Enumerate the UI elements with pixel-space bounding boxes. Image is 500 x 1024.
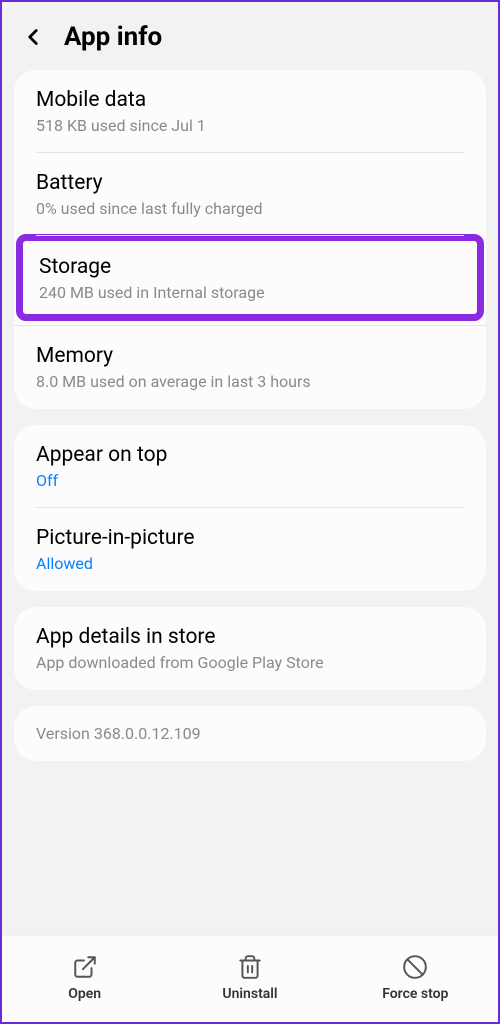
list-item-memory[interactable]: Memory 8.0 MB used on average in last 3 …	[14, 325, 486, 409]
uninstall-button[interactable]: Uninstall	[167, 954, 332, 1002]
item-subtitle: App downloaded from Google Play Store	[36, 653, 464, 672]
storage-highlight: Storage 240 MB used in Internal storage	[16, 234, 484, 321]
item-title: Appear on top	[36, 443, 464, 467]
card-version: Version 368.0.0.12.109	[14, 706, 486, 761]
item-value: Allowed	[36, 554, 464, 573]
item-value: Off	[36, 471, 464, 490]
list-item-app-details[interactable]: App details in store App downloaded from…	[14, 607, 486, 690]
list-item-battery[interactable]: Battery 0% used since last fully charged	[14, 153, 486, 236]
item-subtitle: 518 KB used since Jul 1	[36, 116, 464, 135]
bottom-label: Open	[68, 986, 101, 1002]
stop-icon	[402, 954, 428, 980]
item-title: Memory	[36, 344, 464, 368]
item-subtitle: 8.0 MB used on average in last 3 hours	[36, 372, 464, 391]
list-item-mobile-data[interactable]: Mobile data 518 KB used since Jul 1	[14, 70, 486, 153]
card-store: App details in store App downloaded from…	[14, 607, 486, 690]
item-title: App details in store	[36, 625, 464, 649]
item-subtitle: 240 MB used in Internal storage	[39, 283, 461, 302]
header: App info	[2, 2, 498, 70]
item-title: Picture-in-picture	[36, 526, 464, 550]
item-title: Battery	[36, 171, 464, 195]
trash-icon	[237, 954, 263, 980]
open-icon	[72, 954, 98, 980]
item-subtitle: 0% used since last fully charged	[36, 199, 464, 218]
version-text: Version 368.0.0.12.109	[14, 706, 486, 761]
item-title: Mobile data	[36, 88, 464, 112]
bottom-label: Uninstall	[222, 986, 277, 1002]
item-title: Storage	[39, 255, 461, 279]
force-stop-button[interactable]: Force stop	[333, 954, 498, 1002]
bottom-label: Force stop	[382, 986, 448, 1002]
page-title: App info	[64, 22, 162, 52]
open-button[interactable]: Open	[2, 954, 167, 1002]
card-display: Appear on top Off Picture-in-picture All…	[14, 425, 486, 591]
bottom-bar: Open Uninstall Force stop	[2, 935, 498, 1022]
card-usage: Mobile data 518 KB used since Jul 1 Batt…	[14, 70, 486, 409]
list-item-pip[interactable]: Picture-in-picture Allowed	[14, 508, 486, 591]
back-icon[interactable]	[20, 24, 46, 50]
list-item-storage[interactable]: Storage 240 MB used in Internal storage	[39, 255, 461, 302]
list-item-appear-on-top[interactable]: Appear on top Off	[14, 425, 486, 508]
